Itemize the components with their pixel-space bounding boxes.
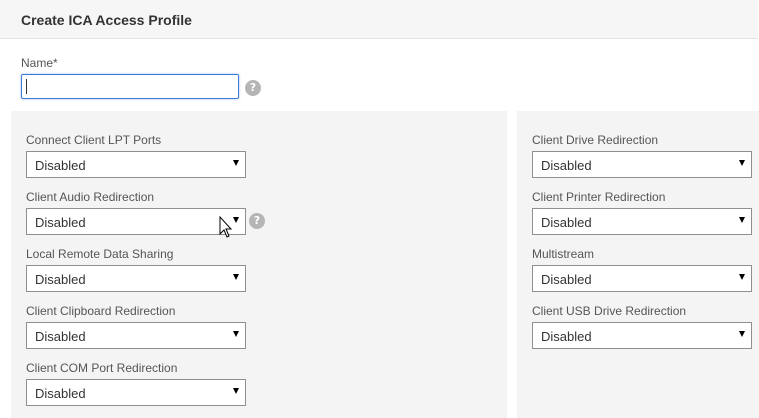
dialog-header: Create ICA Access Profile — [0, 0, 758, 39]
right-settings-panel: Client Drive Redirection Disabled Client… — [517, 111, 759, 418]
client-printer-redirection-label: Client Printer Redirection — [532, 190, 666, 204]
connect-client-lpt-ports-label: Connect Client LPT Ports — [26, 133, 162, 147]
client-com-port-redirection-label: Client COM Port Redirection — [26, 361, 178, 375]
select-value: Disabled — [541, 158, 592, 173]
name-input[interactable] — [21, 74, 239, 99]
dropdown-arrow-icon — [233, 160, 239, 166]
select-value: Disabled — [35, 158, 86, 173]
multistream-label: Multistream — [532, 247, 595, 261]
dialog-title: Create ICA Access Profile — [21, 12, 192, 28]
client-com-port-redirection-select[interactable]: Disabled — [26, 379, 246, 406]
select-value: Disabled — [541, 329, 592, 344]
client-usb-drive-redirection-label: Client USB Drive Redirection — [532, 304, 687, 318]
dropdown-arrow-icon — [739, 160, 745, 166]
dropdown-arrow-icon — [739, 274, 745, 280]
local-remote-data-sharing-select[interactable]: Disabled — [26, 265, 246, 292]
dropdown-arrow-icon — [739, 217, 745, 223]
select-value: Disabled — [35, 215, 86, 230]
dropdown-arrow-icon — [233, 217, 239, 223]
client-audio-redirection-label: Client Audio Redirection — [26, 190, 155, 204]
mouse-pointer-icon — [219, 216, 233, 238]
client-usb-drive-redirection-select[interactable]: Disabled — [532, 322, 752, 349]
name-label: Name* — [21, 56, 58, 70]
client-clipboard-redirection-select[interactable]: Disabled — [26, 322, 246, 349]
select-value: Disabled — [541, 272, 592, 287]
connect-client-lpt-ports-select[interactable]: Disabled — [26, 151, 246, 178]
local-remote-data-sharing-label: Local Remote Data Sharing — [26, 247, 174, 261]
multistream-select[interactable]: Disabled — [532, 265, 752, 292]
client-clipboard-redirection-label: Client Clipboard Redirection — [26, 304, 176, 318]
question-circle-icon[interactable]: ? — [245, 80, 261, 96]
select-value: Disabled — [35, 272, 86, 287]
question-circle-icon[interactable]: ? — [249, 213, 265, 229]
client-printer-redirection-select[interactable]: Disabled — [532, 208, 752, 235]
select-value: Disabled — [35, 386, 86, 401]
dropdown-arrow-icon — [233, 388, 239, 394]
dropdown-arrow-icon — [233, 274, 239, 280]
client-drive-redirection-select[interactable]: Disabled — [532, 151, 752, 178]
client-drive-redirection-label: Client Drive Redirection — [532, 133, 659, 147]
dropdown-arrow-icon — [233, 331, 239, 337]
select-value: Disabled — [541, 215, 592, 230]
text-caret — [26, 79, 27, 94]
select-value: Disabled — [35, 329, 86, 344]
left-settings-panel: Connect Client LPT Ports Disabled Client… — [11, 111, 507, 418]
dropdown-arrow-icon — [739, 331, 745, 337]
client-audio-redirection-select[interactable]: Disabled — [26, 208, 246, 235]
